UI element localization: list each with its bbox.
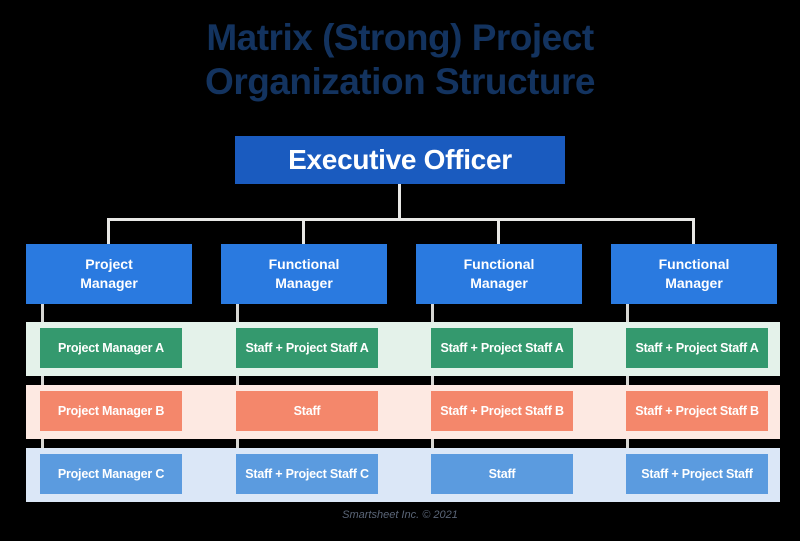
manager-box-2-line-1: Functional [268, 256, 340, 273]
connector-exec-drop [398, 184, 401, 220]
manager-box-4-line-2: Manager [665, 275, 723, 291]
manager-box-2[interactable]: Functional Manager [221, 244, 387, 304]
connector-bus [107, 218, 692, 221]
staff-box-row-c-col-3[interactable]: Staff [431, 454, 573, 494]
connector-manager-drop-3 [497, 218, 500, 244]
staff-box-row-b-col-2[interactable]: Staff [236, 391, 378, 431]
footer-credit: Smartsheet Inc. © 2021 [342, 509, 458, 521]
staff-box-row-c-col-1[interactable]: Project Manager C [40, 454, 182, 494]
manager-box-1-line-2: Manager [80, 275, 138, 291]
page-title: Matrix (Strong) Project Organization Str… [0, 16, 800, 103]
connector-manager-drop-4 [692, 218, 695, 244]
page-title-line-2: Organization Structure [205, 60, 595, 102]
manager-box-4[interactable]: Functional Manager [611, 244, 777, 304]
manager-box-3[interactable]: Functional Manager [416, 244, 582, 304]
connector-manager-drop-1 [107, 218, 110, 244]
manager-box-1-line-1: Project [85, 256, 133, 273]
page-title-line-1: Matrix (Strong) Project [206, 17, 594, 58]
staff-box-row-c-col-2[interactable]: Staff + Project Staff C [236, 454, 378, 494]
staff-box-row-a-col-2[interactable]: Staff + Project Staff A [236, 328, 378, 368]
staff-box-row-a-col-4[interactable]: Staff + Project Staff A [626, 328, 768, 368]
staff-box-row-b-col-1[interactable]: Project Manager B [40, 391, 182, 431]
manager-box-1[interactable]: Project Manager [26, 244, 192, 304]
staff-box-row-a-col-3[interactable]: Staff + Project Staff A [431, 328, 573, 368]
staff-box-row-c-col-4[interactable]: Staff + Project Staff [626, 454, 768, 494]
staff-box-row-a-col-1[interactable]: Project Manager A [40, 328, 182, 368]
staff-box-row-b-col-3[interactable]: Staff + Project Staff B [431, 391, 573, 431]
staff-box-row-b-col-4[interactable]: Staff + Project Staff B [626, 391, 768, 431]
manager-box-4-line-1: Functional [658, 256, 730, 273]
connector-manager-drop-2 [302, 218, 305, 244]
manager-box-3-line-2: Manager [470, 275, 528, 291]
org-chart-canvas: Matrix (Strong) Project Organization Str… [0, 0, 800, 541]
manager-box-3-line-1: Functional [463, 256, 535, 273]
executive-officer-label: Executive Officer [288, 144, 512, 175]
executive-officer-box[interactable]: Executive Officer [235, 136, 565, 184]
manager-box-2-line-2: Manager [275, 275, 333, 291]
